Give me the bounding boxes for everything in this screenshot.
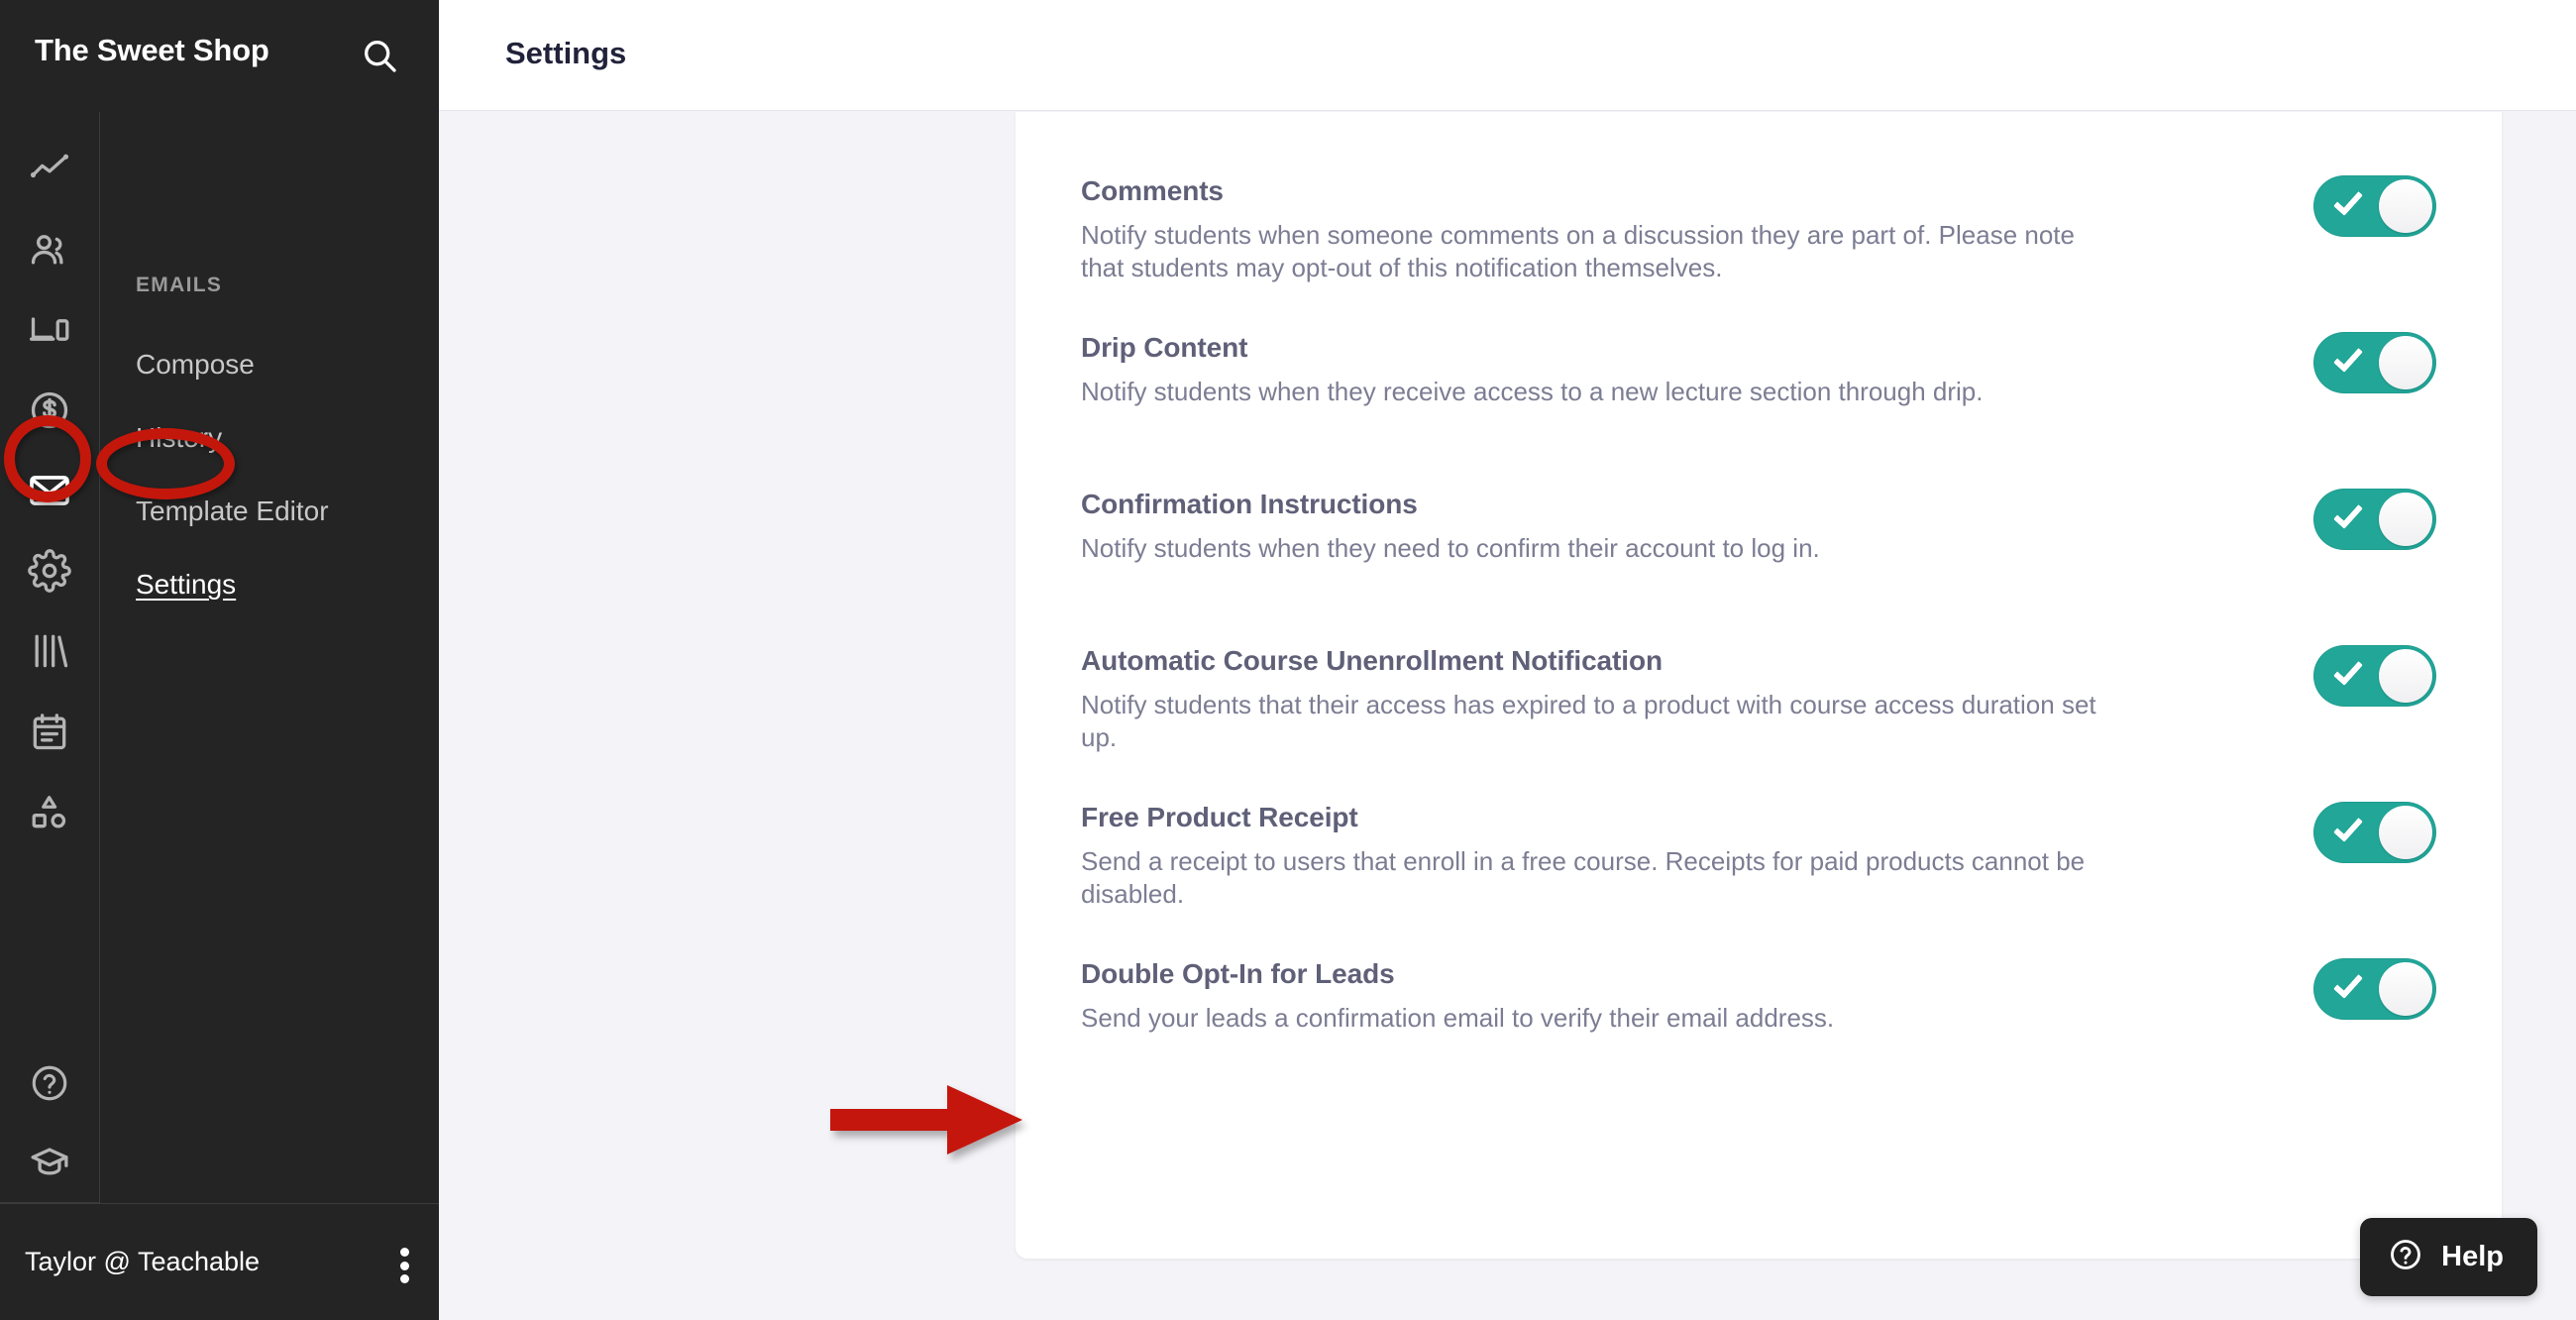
subnav-list: Compose History Template Editor Settings — [136, 328, 433, 621]
check-icon — [2333, 498, 2363, 529]
setting-row-double-opt-in-for-leads: Double Opt-In for Leads Send your leads … — [1081, 956, 2436, 1113]
check-icon — [2333, 655, 2363, 686]
gear-icon[interactable] — [0, 530, 99, 610]
setting-description: Notify students when someone comments on… — [1081, 220, 2075, 283]
search-icon[interactable] — [360, 36, 399, 80]
setting-title: Comments — [1081, 175, 1224, 206]
setting-text: Free Product Receipt Send a receipt to u… — [1081, 800, 2161, 912]
graduation-cap-icon[interactable] — [0, 1123, 99, 1203]
icon-rail — [0, 0, 99, 1320]
help-circle-icon — [2388, 1237, 2423, 1277]
page-title: Settings — [505, 36, 627, 70]
kebab-menu-icon[interactable] — [389, 1248, 419, 1283]
check-icon — [2333, 342, 2363, 373]
sidebar-item-template-editor[interactable]: Template Editor — [136, 475, 433, 548]
setting-text: Double Opt-In for Leads Send your leads … — [1081, 956, 2161, 1035]
check-icon — [2333, 968, 2363, 999]
setting-title: Free Product Receipt — [1081, 802, 1358, 832]
setting-description: Send your leads a confirmation email to … — [1081, 1003, 1835, 1033]
toggle-automatic-course-unenrollment-notification[interactable] — [2313, 645, 2436, 707]
app-root: The Sweet Shop EMAILS Compose History Te… — [0, 0, 2576, 1320]
setting-title: Automatic Course Unenrollment Notificati… — [1081, 645, 1663, 676]
setting-title: Double Opt-In for Leads — [1081, 958, 1395, 989]
toggle-knob — [2379, 649, 2432, 703]
setting-text: Confirmation Instructions Notify student… — [1081, 487, 2161, 565]
users-icon[interactable] — [0, 209, 99, 289]
brand-bar: The Sweet Shop — [0, 0, 439, 112]
help-button[interactable]: Help — [2360, 1218, 2537, 1296]
setting-title: Drip Content — [1081, 332, 1248, 363]
toggle-free-product-receipt[interactable] — [2313, 802, 2436, 863]
help-circle-icon[interactable] — [0, 1043, 99, 1123]
analytics-icon[interactable] — [0, 129, 99, 209]
setting-title: Confirmation Instructions — [1081, 489, 1418, 519]
brand-title: The Sweet Shop — [35, 33, 269, 67]
setting-row-free-product-receipt: Free Product Receipt Send a receipt to u… — [1081, 800, 2436, 956]
toggle-knob — [2379, 962, 2432, 1016]
user-footer: Taylor @ Teachable — [0, 1203, 439, 1320]
user-name: Taylor @ Teachable — [25, 1247, 261, 1276]
help-button-label: Help — [2441, 1241, 2504, 1272]
settings-rows: Comments Notify students when someone co… — [1016, 112, 2502, 1113]
check-icon — [2333, 812, 2363, 842]
setting-row-confirmation-instructions: Confirmation Instructions Notify student… — [1081, 487, 2436, 643]
toggle-confirmation-instructions[interactable] — [2313, 489, 2436, 550]
setting-description: Notify students when they need to confir… — [1081, 533, 1820, 563]
setting-text: Automatic Course Unenrollment Notificati… — [1081, 643, 2161, 755]
settings-card: Comments Notify students when someone co… — [1016, 112, 2502, 1259]
calendar-notes-icon[interactable] — [0, 691, 99, 771]
toggle-knob — [2379, 336, 2432, 389]
check-icon — [2333, 185, 2363, 216]
devices-icon[interactable] — [0, 289, 99, 370]
setting-row-automatic-course-unenrollment-notification: Automatic Course Unenrollment Notificati… — [1081, 643, 2436, 800]
sidebar-item-history[interactable]: History — [136, 401, 433, 475]
toggle-drip-content[interactable] — [2313, 332, 2436, 393]
shapes-icon[interactable] — [0, 771, 99, 851]
sidebar-item-compose[interactable]: Compose — [136, 328, 433, 401]
setting-row-drip-content: Drip Content Notify students when they r… — [1081, 330, 2436, 487]
mail-icon[interactable] — [0, 450, 99, 530]
main-area: Settings Comments Notify students when s… — [439, 0, 2576, 1320]
setting-description: Notify students that their access has ex… — [1081, 690, 2096, 753]
setting-text: Comments Notify students when someone co… — [1081, 173, 2161, 285]
toggle-knob — [2379, 806, 2432, 859]
setting-description: Send a receipt to users that enroll in a… — [1081, 846, 2086, 910]
toggle-knob — [2379, 493, 2432, 546]
setting-description: Notify students when they receive access… — [1081, 377, 1984, 406]
setting-row-comments: Comments Notify students when someone co… — [1081, 173, 2436, 330]
toggle-knob — [2379, 179, 2432, 233]
sidebar-item-settings[interactable]: Settings — [136, 548, 433, 621]
emails-subnav: EMAILS Compose History Template Editor S… — [99, 112, 439, 1320]
content-scroll-area: Comments Notify students when someone co… — [439, 112, 2576, 1320]
rail-primary-items — [0, 112, 99, 851]
library-icon[interactable] — [0, 610, 99, 691]
top-bar: Settings — [439, 0, 2576, 111]
setting-text: Drip Content Notify students when they r… — [1081, 330, 2161, 408]
toggle-double-opt-in-for-leads[interactable] — [2313, 958, 2436, 1020]
dollar-circle-icon[interactable] — [0, 370, 99, 450]
subnav-section-label: EMAILS — [136, 274, 223, 296]
toggle-comments[interactable] — [2313, 175, 2436, 237]
